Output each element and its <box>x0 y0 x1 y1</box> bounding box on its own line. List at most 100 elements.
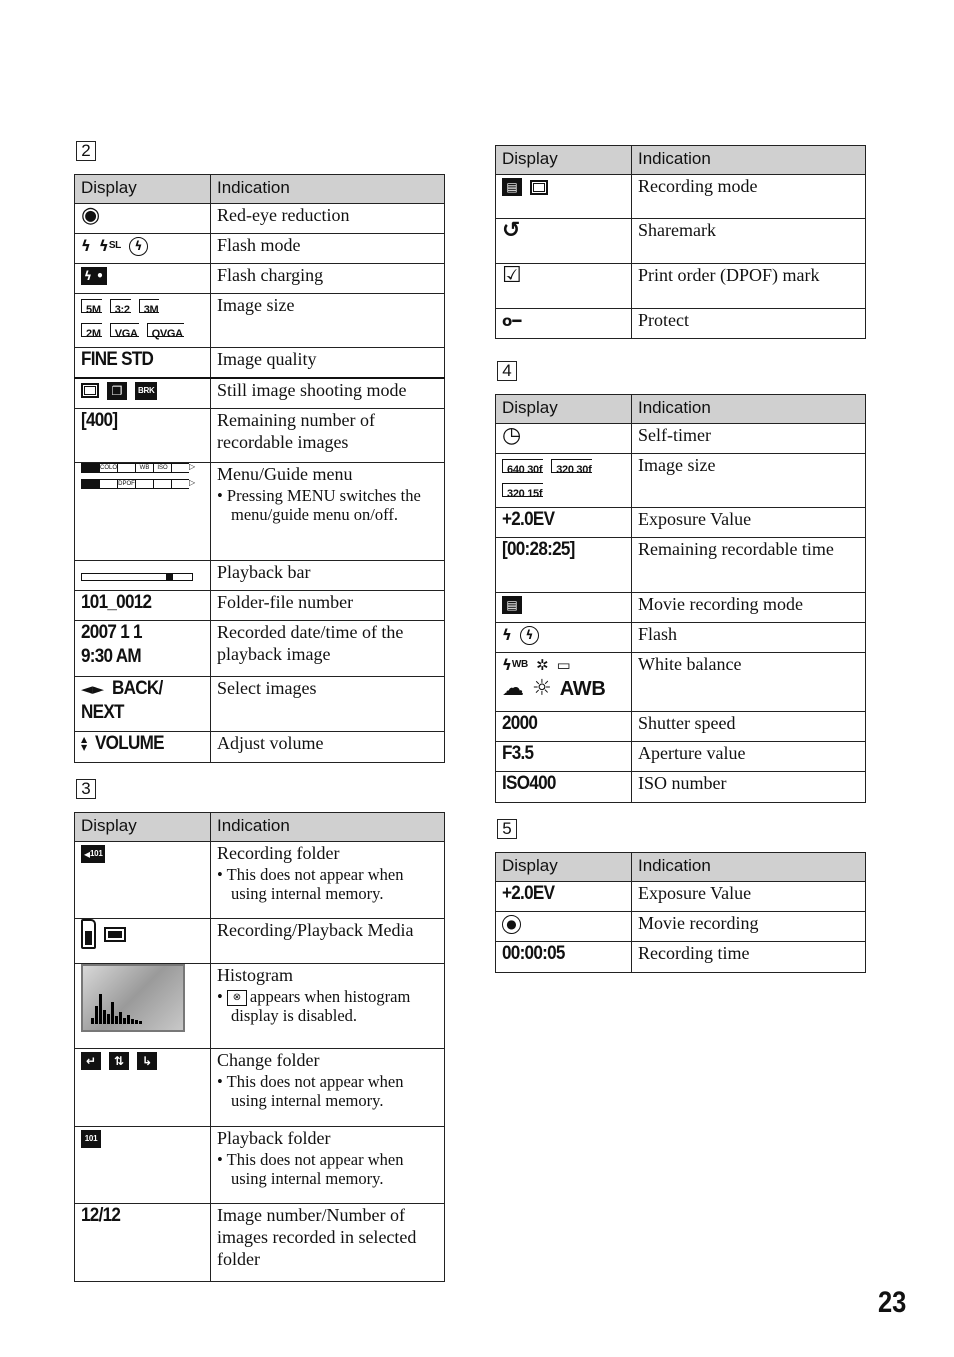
display-text: 9:30 AM <box>81 646 142 667</box>
playback-bar-icon <box>81 573 193 581</box>
indication-cell: Image size <box>631 453 866 508</box>
display-cell: +2.0EV <box>495 507 632 538</box>
menu-bar-tab <box>81 479 99 489</box>
icon-label: 320 30f <box>556 464 592 476</box>
display-cell: ϟ WB ✲ ▭ ☁ ☼ AWB <box>495 652 632 712</box>
icon-label: VGA <box>114 328 138 340</box>
display-line: ◉ <box>81 204 204 228</box>
indication-cell: Sharemark <box>631 218 866 264</box>
table-row: ϟ • Flash charging <box>74 263 445 294</box>
indication-cell: Recording time <box>631 941 866 973</box>
display-cell: 12/12 <box>74 1203 211 1282</box>
column-header-indication: Indication <box>210 812 445 842</box>
icon-label: 2M <box>86 328 101 340</box>
menu-bar-tab: ISO <box>153 463 171 473</box>
indication-cell: Change folder • This does not appear when… <box>210 1048 445 1127</box>
icon-label: 101 <box>84 1134 98 1143</box>
table-row: [00:28:25] Remaining recordable time <box>495 537 866 593</box>
indication-text: Recording/Playback Media <box>217 920 414 940</box>
indication-text: Adjust volume <box>217 733 324 753</box>
indication-cell: White balance <box>631 652 866 712</box>
display-line: NEXT <box>81 701 204 725</box>
flash-off-icon: ϟ <box>129 236 148 256</box>
indication-text: Select images <box>217 678 317 698</box>
menu-bar-tab: WB <box>135 463 153 473</box>
display-line: ↺ <box>502 219 625 243</box>
table-row: ◂ 101 Recording folder • This does not appe… <box>74 841 445 919</box>
display-line: 9:30 AM <box>81 645 204 669</box>
table-row: 2000 Shutter speed <box>495 711 866 742</box>
display-line: 5M 3:2 3M <box>81 294 204 318</box>
display-text: 00:00:05 <box>502 943 565 964</box>
display-line: ϟ WB ✲ ▭ <box>502 653 625 677</box>
icon-label: 320 15f <box>507 488 543 500</box>
icon-label: 3M <box>143 304 159 316</box>
indication-cell: Remaining number of recordable images <box>210 408 445 463</box>
indication-cell: Self-timer <box>631 423 866 454</box>
indicator-table: Display Indication ◉ Red-eye reduction ϟ ϟ SL ϟ… <box>74 174 445 763</box>
histogram-icon <box>81 964 185 1032</box>
table-header: Display Indication <box>495 852 866 882</box>
indication-text: Flash mode <box>217 235 301 255</box>
indication-text: Flash <box>638 624 678 644</box>
display-text: VOLUME <box>95 733 165 754</box>
display-cell: +2.0EV <box>495 881 632 912</box>
column-header-indication: Indication <box>210 174 445 204</box>
indication-text: Shutter speed <box>638 713 736 733</box>
table-row: +2.0EV Exposure Value <box>495 507 866 538</box>
indication-cell: Recording folder • This does not appear w… <box>210 841 445 919</box>
indicator-table: Display Indication ◷ Self-timer 640 30f 320 3… <box>495 394 866 803</box>
self-timer-icon: ◷ <box>502 423 522 448</box>
indication-text: Still image shooting mode <box>217 379 407 400</box>
display-line: +2.0EV <box>502 508 625 532</box>
display-text: [00:28:25] <box>502 539 575 560</box>
indication-text: Image size <box>638 455 716 475</box>
display-text: FINE STD <box>81 349 154 370</box>
display-cell: ISO400 <box>495 771 632 803</box>
icon-label: BRK <box>138 385 155 395</box>
menu-bar-tab <box>117 463 135 473</box>
table-row: o━ Protect <box>495 308 866 339</box>
indication-cell: Menu/Guide menu • Pressing MENU switches … <box>210 462 445 561</box>
image-size-icon: QVGA <box>146 323 184 340</box>
column-header-display: Display <box>495 145 632 175</box>
display-line: ◂ 101 <box>81 842 204 866</box>
icon-label: 101 <box>90 849 103 858</box>
table-row: ● Movie recording <box>495 911 866 942</box>
display-cell: F3.5 <box>495 741 632 772</box>
table-row: ◄► BACK/NEXT Select images <box>74 676 445 732</box>
still-mode-icon <box>530 179 548 195</box>
display-line <box>81 919 204 949</box>
table-row: Recording/Playback Media <box>74 918 445 964</box>
column-header-display: Display <box>74 174 211 204</box>
indication-text: Exposure Value <box>638 509 752 529</box>
menu-bar-tab <box>153 479 171 489</box>
display-cell: COLOR WBISO ▷ DPOF ▷ <box>74 462 211 561</box>
table-row: COLOR WBISO ▷ DPOF ▷ Menu/Guide menu• Pressin… <box>74 462 445 561</box>
icon-label: SL <box>108 240 121 251</box>
display-cell <box>74 963 211 1049</box>
indication-cell: Still image shooting mode <box>210 376 445 409</box>
image-size-icon: 2M <box>81 323 102 340</box>
indication-cell: Flash mode <box>210 233 445 264</box>
table-row: Playback bar <box>74 560 445 591</box>
bullet-note: • This does not appear when using intern… <box>217 865 404 903</box>
table-row: 101 Playback folder • This does not appear… <box>74 1126 445 1204</box>
bullet-text: This does not appear when using internal… <box>226 865 404 903</box>
indication-cell: Folder-file number <box>210 590 445 621</box>
indication-text: Remaining number of recordable images <box>217 410 375 452</box>
image-size-icon: 3M <box>138 299 160 316</box>
display-line: ◷ <box>502 424 625 448</box>
image-size-icon: 3:2 <box>109 299 131 316</box>
bullet-text: This does not appear when using internal… <box>226 1150 404 1188</box>
table-row: ◷ Self-timer <box>495 423 866 454</box>
display-line: ☁ ☼ AWB <box>502 677 625 701</box>
display-cell: [400] <box>74 408 211 463</box>
display-cell: 2000 <box>495 711 632 742</box>
display-line: 101 <box>81 1127 204 1151</box>
bullet-note: • This does not appear when using intern… <box>217 1150 404 1188</box>
display-cell: ☑ <box>495 263 632 309</box>
indication-cell: Exposure Value <box>631 507 866 538</box>
indication-text: Recording time <box>638 943 750 963</box>
indication-text: Change folder <box>217 1050 320 1070</box>
